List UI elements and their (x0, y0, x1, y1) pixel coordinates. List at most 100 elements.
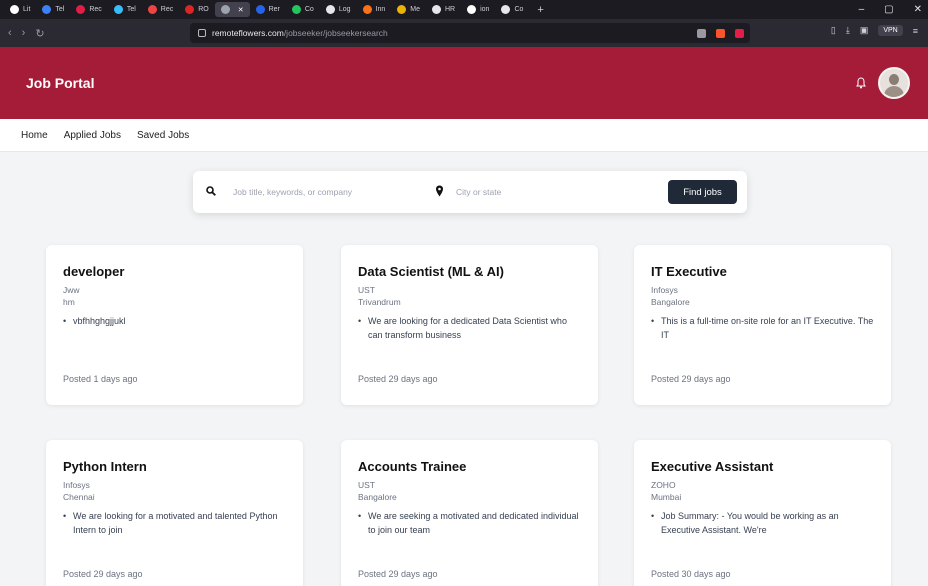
tab-favicon-icon (113, 5, 123, 14)
browser-toolbar: ‹ › ↻ remoteflowers.com/jobseeker/jobsee… (0, 19, 928, 47)
job-title[interactable]: Accounts Trainee (358, 459, 581, 474)
vpn-button[interactable]: VPN (878, 25, 903, 36)
job-description: We are looking for a dedicated Data Scie… (358, 314, 581, 342)
job-posted-date: Posted 29 days ago (63, 569, 143, 579)
job-location: Trivandrum (358, 297, 401, 307)
minimize-icon[interactable]: – (859, 4, 865, 15)
tab-favicon-icon (10, 5, 19, 14)
job-posted-date: Posted 30 days ago (651, 569, 731, 579)
tab-favicon-icon (397, 5, 407, 14)
address-bar[interactable]: remoteflowers.com/jobseeker/jobseekersea… (190, 23, 750, 43)
tab-favicon-icon (220, 5, 230, 14)
address-url: remoteflowers.com/jobseeker/jobseekersea… (212, 28, 388, 38)
tab-label: Lit (23, 6, 31, 13)
job-title[interactable]: Executive Assistant (651, 459, 874, 474)
job-company: Infosys (63, 480, 90, 490)
tab-favicon-icon (467, 5, 477, 14)
job-location: hm (63, 297, 75, 307)
tab-favicon-icon (291, 5, 301, 14)
brave-shield-icon[interactable] (716, 28, 725, 38)
url-host: remoteflowers.com (212, 28, 284, 38)
tab-label: Co (514, 6, 524, 13)
location-pin-icon (436, 185, 443, 197)
job-description: We are looking for a motivated and talen… (63, 509, 286, 537)
tab-label: Tel (126, 6, 136, 13)
job-posted-date: Posted 29 days ago (358, 569, 438, 579)
tab-label: Co (304, 6, 314, 13)
site-info-icon[interactable] (198, 29, 206, 37)
job-posted-date: Posted 29 days ago (651, 374, 731, 384)
tab-favicon-icon (76, 5, 86, 14)
browser-tab[interactable]: Inn (357, 2, 392, 17)
sidebar-icon[interactable]: ▯ (831, 25, 836, 36)
forward-icon[interactable]: › (22, 27, 26, 40)
rewards-icon[interactable] (735, 28, 744, 38)
window-controls: – ▢ ✕ (859, 0, 922, 19)
job-company: Jww (63, 285, 80, 295)
nav-home[interactable]: Home (21, 130, 48, 141)
browser-tab[interactable]: Co (286, 2, 320, 17)
new-tab-icon[interactable]: + (529, 4, 551, 16)
keyword-search-input[interactable] (233, 185, 413, 199)
job-company: Infosys (651, 285, 678, 295)
job-title[interactable]: developer (63, 264, 286, 279)
browser-tab[interactable]: Co (495, 2, 529, 17)
tab-label: Inn (375, 6, 386, 13)
back-icon[interactable]: ‹ (8, 27, 12, 40)
share-icon[interactable] (697, 28, 706, 38)
menu-icon[interactable]: ≡ (913, 26, 918, 36)
job-card[interactable]: Accounts Trainee UST Bangalore We are seeki… (341, 440, 598, 586)
tab-favicon-icon (185, 5, 195, 14)
job-card[interactable]: Data Scientist (ML & AI) UST Trivandrum We … (341, 245, 598, 405)
browser-tab[interactable]: Log (320, 2, 357, 17)
reload-icon[interactable]: ↻ (35, 27, 44, 40)
user-avatar[interactable] (878, 67, 910, 99)
location-input[interactable] (456, 185, 636, 199)
job-card[interactable]: Executive Assistant ZOHO Mumbai Job Summary… (634, 440, 891, 586)
tab-label: Tel (55, 6, 65, 13)
browser-tab[interactable]: Tel (108, 2, 142, 17)
job-search-bar: Find jobs (193, 171, 747, 213)
job-description: We are seeking a motivated and dedicated… (358, 509, 581, 537)
browser-tab-strip: Lit Tel Rec Tel Rec RO ✕ Rer Co Log Inn Me HR ion Co +… (0, 0, 928, 19)
browser-tab[interactable]: RO (179, 2, 215, 17)
find-jobs-button[interactable]: Find jobs (668, 180, 737, 204)
maximize-icon[interactable]: ▢ (884, 4, 893, 15)
notification-bell-icon[interactable] (856, 77, 866, 89)
browser-tab[interactable]: HR (426, 2, 461, 17)
job-card[interactable]: Python Intern Infosys Chennai We are lookin… (46, 440, 303, 586)
job-title[interactable]: Python Intern (63, 459, 286, 474)
tab-label: HR (444, 6, 456, 13)
url-path: /jobseeker/jobseekersearch (283, 28, 388, 38)
browser-tab[interactable]: Rec (70, 2, 107, 17)
job-card[interactable]: developer Jww hm vbfhhghgjjukl Posted 1 days… (46, 245, 303, 405)
job-description: Job Summary: - You would be working as a… (651, 509, 874, 537)
nav-saved-jobs[interactable]: Saved Jobs (137, 130, 189, 141)
browser-tab[interactable]: Tel (36, 2, 70, 17)
tab-label: Rer (268, 6, 280, 13)
browser-tab[interactable]: Rer (250, 2, 286, 17)
browser-tab[interactable]: Rec (142, 2, 179, 17)
job-company: UST (358, 480, 375, 490)
browser-tab[interactable]: ✕ (214, 2, 250, 17)
nav-applied-jobs[interactable]: Applied Jobs (64, 130, 121, 141)
brand-title[interactable]: Job Portal (26, 75, 94, 91)
browser-tab[interactable]: ion (461, 2, 495, 17)
job-title[interactable]: Data Scientist (ML & AI) (358, 264, 581, 279)
tab-favicon-icon (431, 5, 441, 14)
browser-tab[interactable]: Lit (4, 2, 36, 17)
tab-favicon-icon (255, 5, 265, 14)
job-title[interactable]: IT Executive (651, 264, 874, 279)
tab-label: Me (410, 6, 420, 13)
close-tab-icon[interactable]: ✕ (238, 6, 244, 14)
close-window-icon[interactable]: ✕ (914, 4, 922, 15)
job-company: ZOHO (651, 480, 676, 490)
wallet-icon[interactable]: ▣ (860, 25, 869, 36)
browser-tab[interactable]: Me (391, 2, 426, 17)
job-posted-date: Posted 1 days ago (63, 374, 138, 384)
job-location: Mumbai (651, 492, 682, 502)
job-card[interactable]: IT Executive Infosys Bangalore This is a fu… (634, 245, 891, 405)
download-icon[interactable]: ⤓ (846, 25, 850, 36)
job-description: This is a full-time on-site role for an … (651, 314, 874, 342)
tab-favicon-icon (501, 5, 511, 14)
